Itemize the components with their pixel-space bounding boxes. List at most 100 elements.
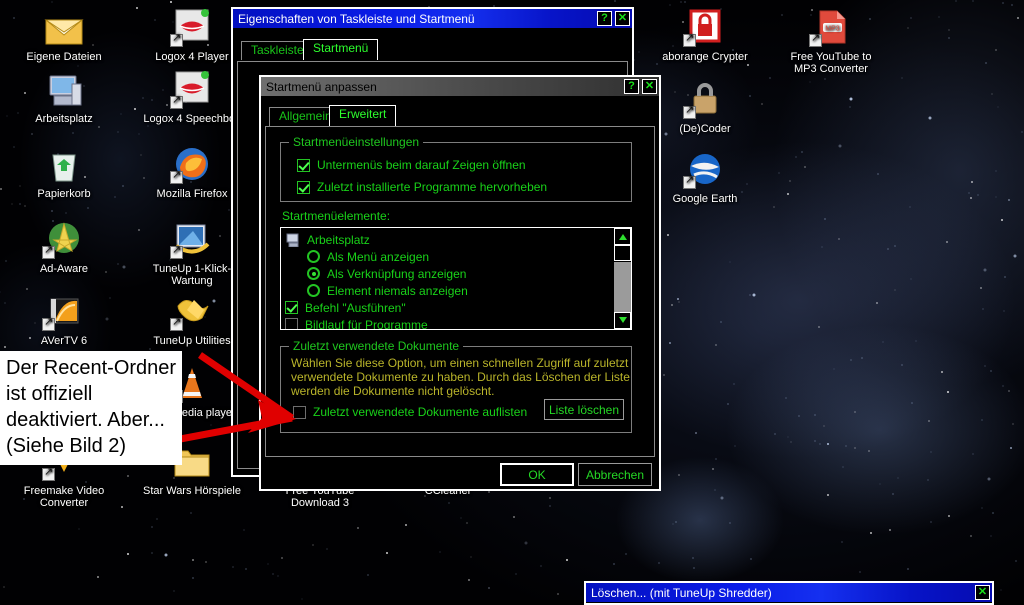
recent-documents-description-line-3: werden die Dokumente nicht gelöscht. <box>291 384 495 398</box>
list-item[interactable]: Als Verknüpfung anzeigen <box>285 265 614 282</box>
outer-dialog-title: Eigenschaften von Taskleiste und Startme… <box>238 11 475 26</box>
desktop-icon-label: Ad-Aware <box>39 263 89 275</box>
tuneup-window-icon <box>170 218 214 260</box>
desktop-icon-label: Free YouTube to MP3 Converter <box>790 51 872 75</box>
radio-option[interactable] <box>307 267 320 280</box>
shortcut-overlay-icon <box>170 94 183 109</box>
scrollbar-thumb[interactable] <box>614 262 631 312</box>
desktop-icon-tuneup-utilities[interactable]: TuneUp Utilities <box>140 290 244 347</box>
shredder-window: Löschen... (mit TuneUp Shredder) ✕ <box>584 581 994 605</box>
radio-option[interactable] <box>307 284 320 297</box>
recent-documents-group: Zuletzt verwendete Dokumente Wählen Sie … <box>280 339 632 433</box>
close-x-icon[interactable]: ✕ <box>642 79 657 94</box>
scrollbar-track-upper[interactable] <box>614 245 631 261</box>
listbox-scrollbar[interactable] <box>614 228 631 329</box>
callout-line-4: (Siehe Bild 2) <box>6 435 127 457</box>
recycle-bin-icon <box>42 143 86 185</box>
inner-dialog-titlebar[interactable]: Startmenü anpassen ? ✕ <box>261 77 659 96</box>
help-question-icon[interactable]: ? <box>597 11 612 26</box>
list-item[interactable]: Bildlauf für Programme <box>285 316 614 330</box>
desktop-icon-label: TuneUp 1-Klick-Wartung <box>152 263 232 287</box>
checkbox-submenus-on-hover[interactable] <box>297 158 310 172</box>
desktop-icon-logox-4-player[interactable]: Logox 4 Player <box>140 6 244 63</box>
desktop-icon-label: Logox 4 Speechbox <box>143 113 241 125</box>
shortcut-overlay-icon <box>170 32 183 47</box>
tab-startmenu[interactable]: Startmenü <box>303 39 379 60</box>
help-question-icon[interactable]: ? <box>624 79 639 94</box>
list-item-label: Bildlauf für Programme <box>305 317 428 330</box>
shredder-titlebar[interactable]: Löschen... (mit TuneUp Shredder) ✕ <box>586 583 992 602</box>
list-item-label: Befehl "Ausführen" <box>305 300 406 315</box>
shortcut-overlay-icon <box>170 169 183 184</box>
desktop-icon-aborange-crypter[interactable]: aborange Crypter <box>653 6 757 63</box>
checkbox-option[interactable] <box>285 301 298 314</box>
desktop-icon-label: AVerTV 6 <box>40 335 88 347</box>
option-list-recent-documents-label: Zuletzt verwendete Dokumente auflisten <box>313 405 528 419</box>
computer-small-icon <box>285 232 300 248</box>
option-submenus-on-hover[interactable]: Untermenüs beim darauf Zeigen öffnen <box>297 158 526 172</box>
cancel-button[interactable]: Abbrechen <box>578 463 652 486</box>
shortcut-overlay-icon <box>683 174 696 189</box>
my-computer-icon <box>42 68 86 110</box>
list-item[interactable]: Befehl "Ausführen" <box>285 299 614 316</box>
desktop-icon-papierkorb[interactable]: Papierkorb <box>12 143 116 200</box>
desktop-icon-google-earth[interactable]: Google Earth <box>653 148 757 205</box>
scroll-up-arrow-icon[interactable] <box>614 228 631 245</box>
desktop-icon-free-youtube-to-mp3-converter[interactable]: MP3 Free YouTube to MP3 Converter <box>779 6 883 75</box>
list-item[interactable]: Als Menü anzeigen <box>285 248 614 265</box>
tab-erweitert[interactable]: Erweitert <box>329 105 397 126</box>
lips-app-icon <box>170 68 214 110</box>
shortcut-overlay-icon <box>683 104 696 119</box>
startmenu-elements-listbox[interactable]: Arbeitsplatz Als Menü anzeigen Als Verknüp… <box>280 227 632 330</box>
desktop-icon-eigene-dateien[interactable]: Eigene Dateien <box>12 6 116 63</box>
list-item[interactable]: Element niemals anzeigen <box>285 282 614 299</box>
firefox-icon <box>170 143 214 185</box>
desktop-icon-label: Papierkorb <box>37 188 91 200</box>
desktop-icon-label: Mozilla Firefox <box>156 188 228 200</box>
checkbox-list-recent-documents[interactable] <box>293 405 306 419</box>
recent-documents-description: Wählen Sie diese Option, um einen schnel… <box>291 356 630 398</box>
desktop-icon-avertv-6[interactable]: AVerTV 6 <box>12 290 116 347</box>
radio-option[interactable] <box>307 250 320 263</box>
checkbox-highlight-new-programs[interactable] <box>297 180 310 194</box>
list-item[interactable]: Arbeitsplatz <box>285 231 614 248</box>
option-highlight-new-programs[interactable]: Zuletzt installierte Programme hervorheb… <box>297 180 547 194</box>
desktop-icon-label: aborange Crypter <box>662 51 748 63</box>
clear-list-button[interactable]: Liste löschen <box>544 399 624 420</box>
scroll-up-triangle-icon <box>619 234 627 240</box>
list-item-label: Als Verknüpfung anzeigen <box>327 266 467 281</box>
ok-button[interactable]: OK <box>500 463 574 486</box>
lips-app-icon <box>170 6 214 48</box>
shortcut-overlay-icon <box>42 316 55 331</box>
svg-text:MP3: MP3 <box>825 26 840 33</box>
desktop-icon-ad-aware[interactable]: Ad-Aware <box>12 218 116 275</box>
close-x-icon[interactable]: ✕ <box>975 585 990 600</box>
shortcut-overlay-icon <box>170 244 183 259</box>
shredder-title: Löschen... (mit TuneUp Shredder) <box>591 585 772 600</box>
outer-dialog-titlebar[interactable]: Eigenschaften von Taskleiste und Startme… <box>233 9 632 28</box>
desktop-icon-label: Freemake Video Converter <box>23 485 105 509</box>
recent-documents-description-line-2: verwendete Dokumente zu haben. Durch das… <box>291 370 630 384</box>
avertv-icon <box>42 290 86 332</box>
annotation-callout: Der Recent-Ordner ist offiziell deaktivi… <box>0 351 182 465</box>
desktop-icon-tuneup-1-klick-wartung[interactable]: TuneUp 1-Klick-Wartung <box>140 218 244 287</box>
desktop-icon-logox-4-speechbox[interactable]: Logox 4 Speechbox <box>140 68 244 125</box>
desktop-icon-de-coder[interactable]: (De)Coder <box>653 78 757 135</box>
shortcut-overlay-icon <box>42 466 55 481</box>
scrollbar-track[interactable] <box>614 245 631 312</box>
shortcut-overlay-icon <box>170 316 183 331</box>
recent-documents-group-label: Zuletzt verwendete Dokumente <box>289 339 464 353</box>
option-list-recent-documents[interactable]: Zuletzt verwendete Dokumente auflisten <box>293 405 527 419</box>
close-x-icon[interactable]: ✕ <box>615 11 630 26</box>
inner-dialog-tabstrip: Allgemein Erweitert <box>261 105 659 126</box>
desktop-icon-mozilla-firefox[interactable]: Mozilla Firefox <box>140 143 244 200</box>
outer-dialog-tabstrip: Taskleiste Startmenü <box>233 39 632 60</box>
callout-line-3: deaktiviert. Aber... <box>6 409 165 431</box>
desktop-icon-label: Google Earth <box>672 193 738 205</box>
desktop-icon-arbeitsplatz[interactable]: Arbeitsplatz <box>12 68 116 125</box>
scroll-down-arrow-icon[interactable] <box>614 312 631 329</box>
option-submenus-on-hover-label: Untermenüs beim darauf Zeigen öffnen <box>317 158 526 172</box>
checkbox-option[interactable] <box>285 318 298 329</box>
startmenu-elements-label: Startmenüelemente: <box>282 209 391 223</box>
ad-aware-icon <box>42 218 86 260</box>
